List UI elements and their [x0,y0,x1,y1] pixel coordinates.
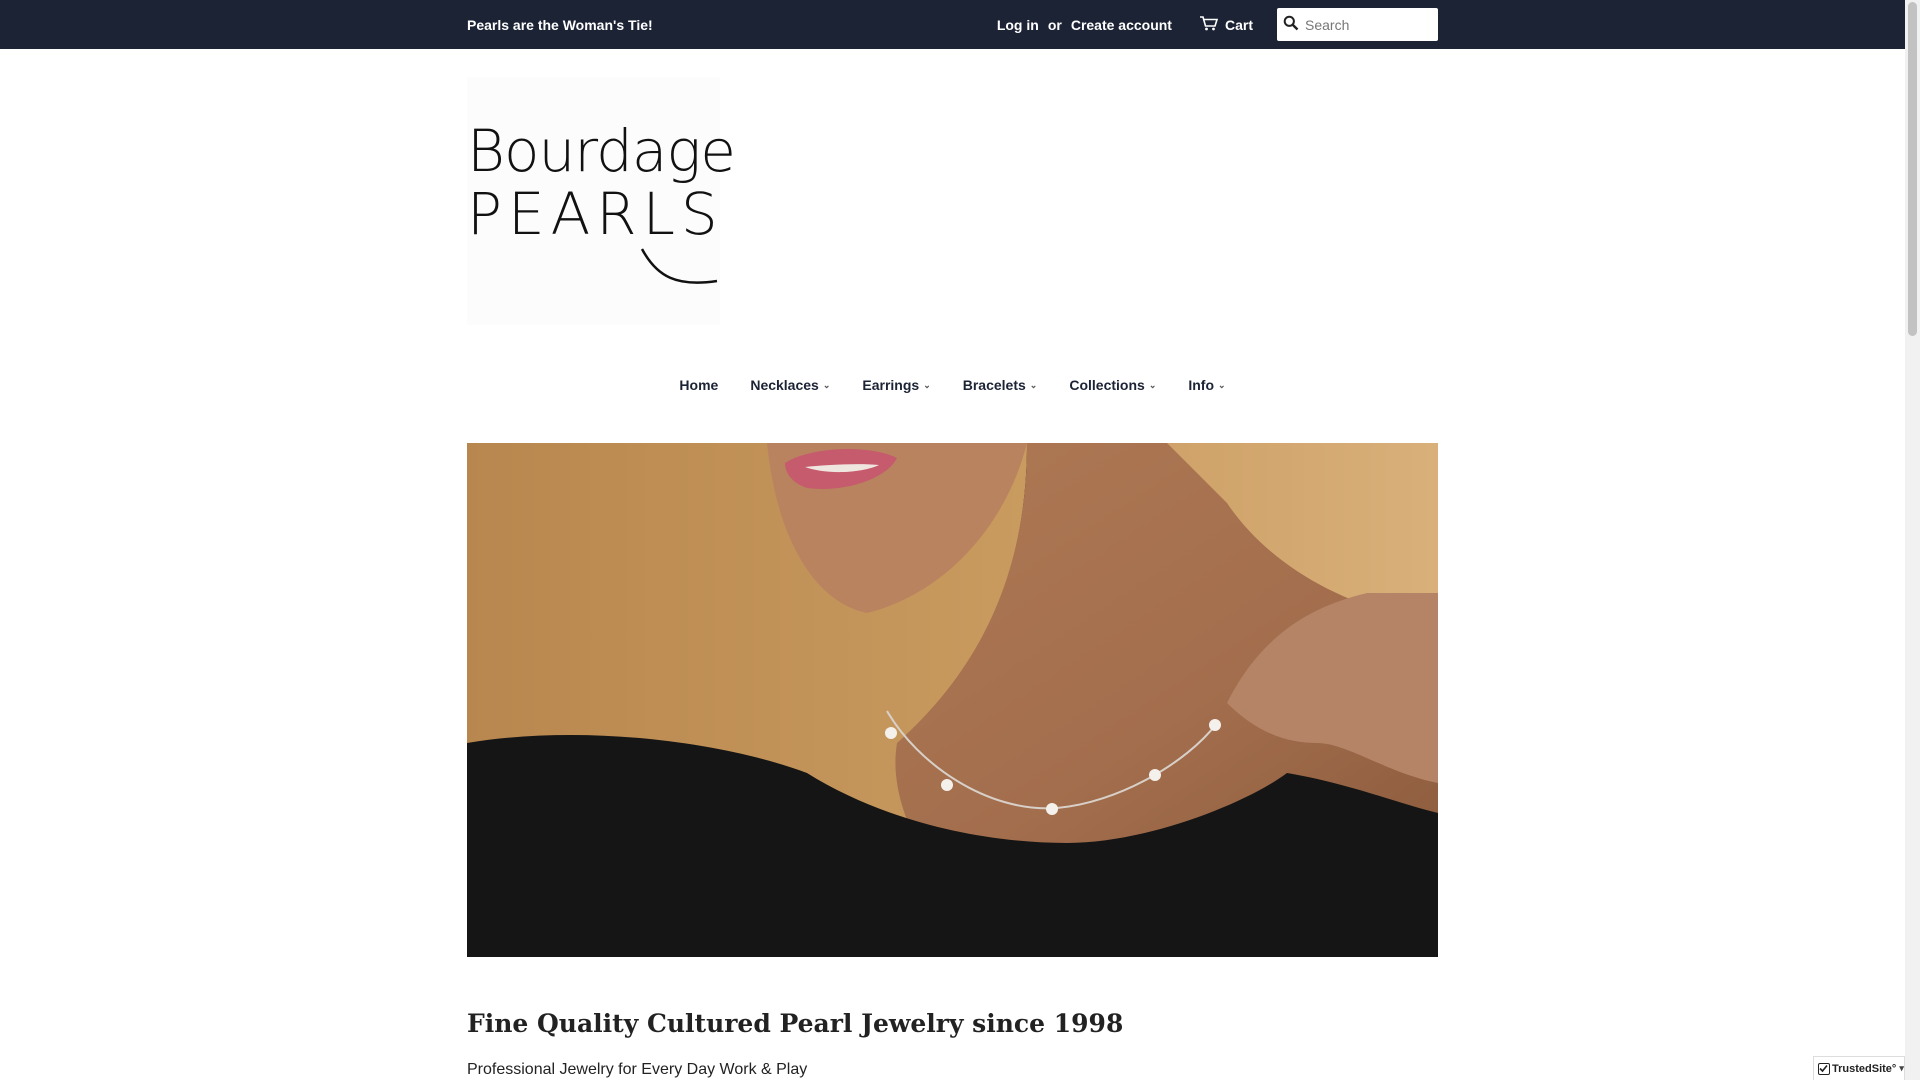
nav-item-bracelets[interactable]: Bracelets ⌄ [963,377,1038,393]
nav-item-label: Earrings [862,377,920,393]
nav-item-collections[interactable]: Collections ⌄ [1069,377,1156,393]
nav-item-label: Home [679,377,719,393]
checkmark-icon [1818,1062,1830,1075]
nav-item-label: Bracelets [962,377,1026,393]
search-input[interactable] [1303,15,1423,34]
trustedsite-badge[interactable]: TrustedSite ° ▾ [1813,1056,1905,1080]
vertical-scrollbar[interactable] [1905,0,1920,1080]
hero-banner-image[interactable] [467,443,1438,957]
main-navigation: Home Necklaces ⌄ Earrings ⌄ Bracelets ⌄ … [0,370,1905,400]
badge-trademark: ° [1891,1062,1897,1075]
nav-item-label: Collections [1069,377,1145,393]
chevron-down-icon: ⌄ [1218,379,1226,390]
search-icon[interactable] [1283,15,1299,34]
badge-label: TrustedSite [1832,1062,1892,1075]
nav-item-earrings[interactable]: Earrings ⌄ [862,377,930,393]
page-subheadline: Professional Jewelry for Every Day Work … [467,1061,808,1078]
page-headline: Fine Quality Cultured Pearl Jewelry sinc… [467,1009,1124,1038]
nav-item-necklaces[interactable]: Necklaces ⌄ [750,377,830,393]
or-separator: or [1047,16,1062,33]
caret-down-icon: ▾ [1899,1063,1904,1073]
chevron-down-icon: ⌄ [1148,379,1157,390]
store-tagline: Pearls are the Woman's Tie! [467,16,653,33]
store-logo[interactable]: Bourdage PEARLS [467,77,736,325]
nav-item-home[interactable]: Home [679,377,718,393]
logo-swash [640,248,718,284]
cart-icon [1199,15,1225,34]
account-utilities: Log in or Create account Cart [997,8,1438,41]
scrollbar-thumb[interactable] [1908,2,1917,336]
create-account-link[interactable]: Create account [1071,17,1172,33]
chevron-down-icon: ⌄ [923,379,931,390]
nav-item-info[interactable]: Info ⌄ [1188,377,1225,393]
search-box [1277,8,1438,41]
nav-item-label: Info [1188,377,1215,393]
chevron-down-icon: ⌄ [1029,379,1038,390]
chevron-down-icon: ⌄ [822,379,831,390]
cart-label: Cart [1224,16,1253,33]
nav-item-label: Necklaces [750,377,819,393]
cart-link[interactable]: Cart [1199,15,1253,34]
top-bar: Pearls are the Woman's Tie! Log in or Cr… [0,0,1905,49]
login-link[interactable]: Log in [997,17,1039,33]
